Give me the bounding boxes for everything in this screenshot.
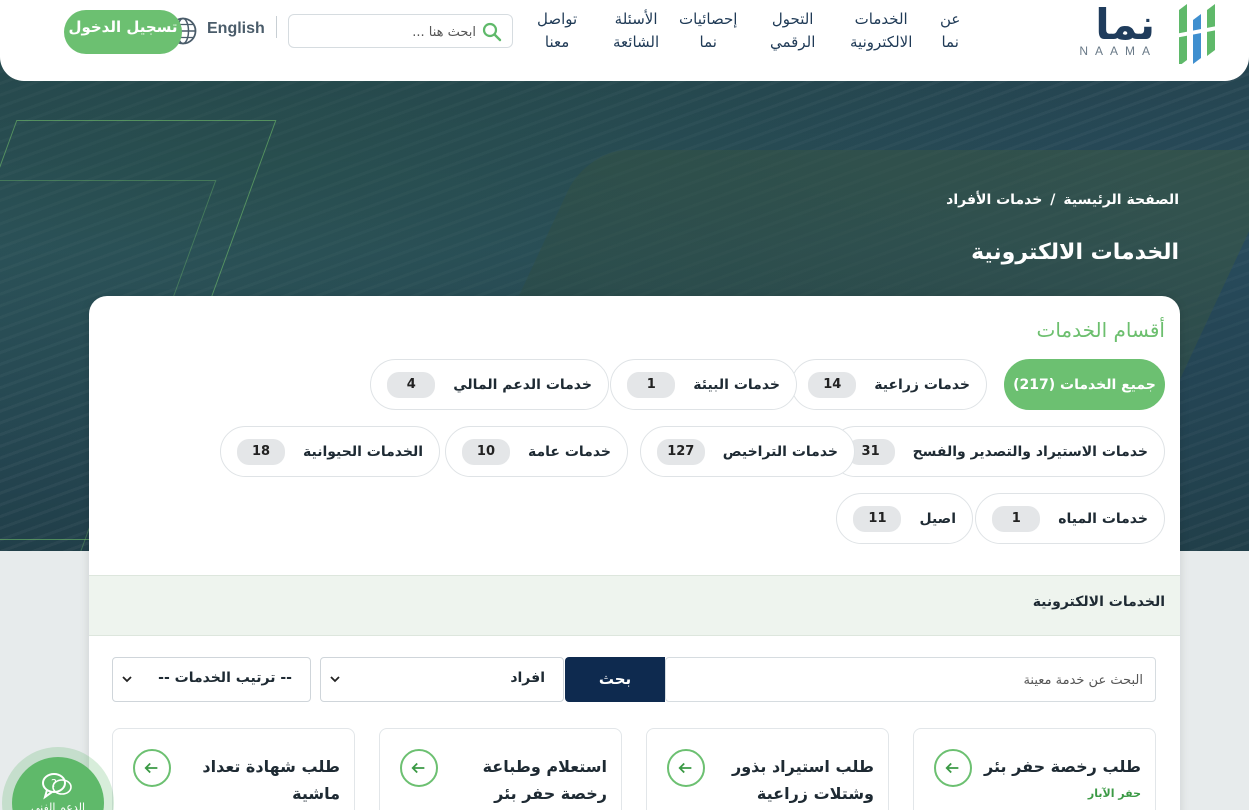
category-count: 11 <box>853 505 902 532</box>
category-agricultural[interactable]: خدمات زراعية 14 <box>791 359 987 410</box>
beneficiary-select[interactable]: افراد <box>320 657 564 702</box>
logo-latin: NAAMA <box>1079 44 1157 58</box>
breadcrumb: الصفحة الرئيسية / خدمات الأفراد <box>946 192 1179 208</box>
category-general[interactable]: خدمات عامة 10 <box>444 426 628 477</box>
category-licenses[interactable]: خدمات التراخيص 127 <box>639 426 855 477</box>
service-card[interactable]: طلب رخصة حفر بئر حفر الآبار <box>913 728 1156 810</box>
category-count: 1 <box>627 371 676 398</box>
chat-support-icon: ? <box>42 773 72 800</box>
header-divider <box>276 16 277 38</box>
service-card[interactable]: استعلام وطباعة رخصة حفر بئر <box>379 728 622 810</box>
service-card[interactable]: طلب شهادة تعداد ماشية <box>112 728 355 810</box>
services-section-header: الخدمات الالكترونية <box>89 575 1180 636</box>
category-count: 127 <box>656 438 705 465</box>
arrow-left-icon[interactable] <box>400 749 438 787</box>
service-card-title: طلب شهادة تعداد ماشية <box>202 757 340 803</box>
category-count: 18 <box>237 438 285 465</box>
svg-text:?: ? <box>51 777 57 790</box>
support-label: الدعم الفني <box>30 801 86 810</box>
breadcrumb-separator: / <box>1050 192 1056 208</box>
category-all[interactable]: جميع الخدمات (217) <box>1004 359 1165 410</box>
category-count: 1 <box>992 505 1041 532</box>
nav-about[interactable]: عن نما <box>940 8 960 54</box>
naama-logo[interactable]: نما NAAMA <box>1025 0 1221 70</box>
category-import-export[interactable]: خدمات الاستيراد والتصدير والفسح 31 <box>829 426 1165 477</box>
breadcrumb-home[interactable]: الصفحة الرئيسية <box>1063 192 1179 208</box>
chevron-down-icon <box>122 676 132 683</box>
nav-contact[interactable]: تواصل معنا <box>537 8 577 54</box>
arrow-left-icon[interactable] <box>133 749 171 787</box>
arrow-left-icon[interactable] <box>934 749 972 787</box>
nav-eservices[interactable]: الخدمات الالكترونية <box>850 8 912 54</box>
category-count: 14 <box>808 371 857 398</box>
service-card-subtitle: حفر الآبار <box>1087 787 1141 800</box>
service-card-title: طلب استيراد بذور وشتلات زراعية <box>731 757 874 803</box>
chevron-down-icon <box>330 676 340 683</box>
logo-mark-icon <box>1175 4 1217 64</box>
service-card[interactable]: طلب استيراد بذور وشتلات زراعية <box>646 728 889 810</box>
search-button[interactable]: بحث <box>565 657 665 702</box>
header-search-input[interactable] <box>296 21 476 43</box>
categories-title: أقسام الخدمات <box>1036 318 1166 342</box>
login-button[interactable]: تسجيل الدخول <box>64 10 182 54</box>
category-livestock[interactable]: الخدمات الحيوانية 18 <box>220 426 440 477</box>
nav-faq[interactable]: الأسئلة الشائعة <box>613 8 659 54</box>
category-aseel[interactable]: اصيل 11 <box>836 493 973 544</box>
nav-digital-transformation[interactable]: التحول الرقمي <box>770 8 815 54</box>
arrow-left-icon[interactable] <box>667 749 705 787</box>
sort-select[interactable]: -- ترتيب الخدمات -- <box>112 657 311 702</box>
category-financial-support[interactable]: خدمات الدعم المالي 4 <box>370 359 609 410</box>
search-icon[interactable] <box>482 22 502 42</box>
breadcrumb-current[interactable]: خدمات الأفراد <box>946 192 1042 208</box>
language-switch[interactable]: English <box>207 20 265 38</box>
beneficiary-select-value: افراد <box>510 670 545 686</box>
service-search-input[interactable] <box>763 668 1143 692</box>
nav-statistics[interactable]: إحصائيات نما <box>679 8 737 54</box>
services-card: أقسام الخدمات جميع الخدمات (217) خدمات ز… <box>89 296 1180 810</box>
header-search <box>288 14 513 48</box>
site-header: نما NAAMA عن نما الخدمات الالكترونية الت… <box>0 0 1249 81</box>
category-water[interactable]: خدمات المياه 1 <box>975 493 1165 544</box>
services-section-title: الخدمات الالكترونية <box>1032 594 1165 610</box>
service-card-title: استعلام وطباعة رخصة حفر بئر <box>482 757 607 803</box>
category-count: 10 <box>461 438 510 465</box>
category-environment[interactable]: خدمات البيئة 1 <box>610 359 797 410</box>
category-count: 4 <box>387 371 436 398</box>
sort-select-value: -- ترتيب الخدمات -- <box>158 670 292 686</box>
logo-wordmark: نما <box>1095 0 1155 49</box>
service-card-title: طلب رخصة حفر بئر <box>984 757 1141 776</box>
service-search <box>665 657 1156 702</box>
page-title: الخدمات الالكترونية <box>971 240 1179 265</box>
